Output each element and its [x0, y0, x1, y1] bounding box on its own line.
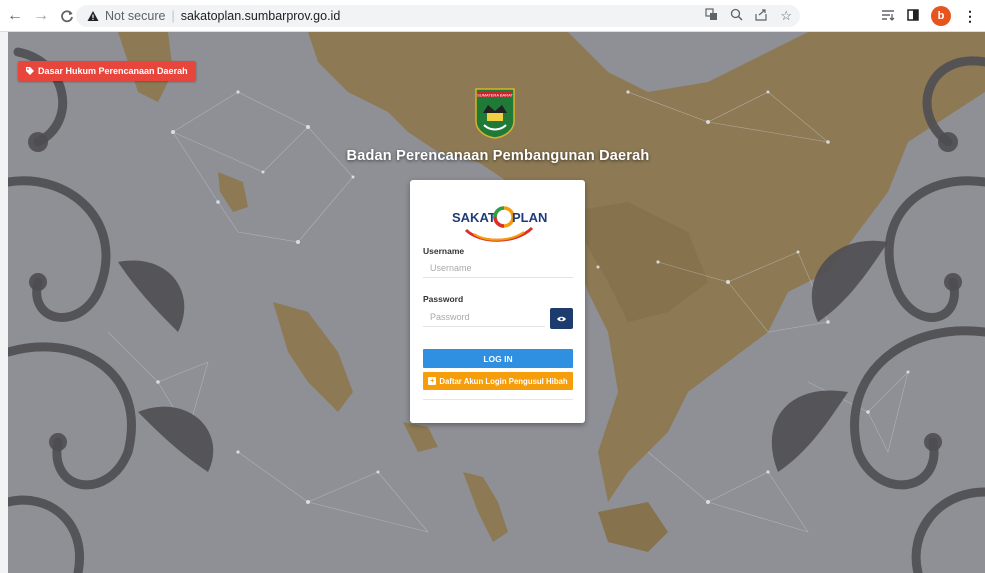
back-icon[interactable]: ← — [4, 5, 26, 27]
west-sumatra-crest-logo: SUMATERA BARAT — [475, 88, 515, 139]
security-label[interactable]: Not secure — [105, 9, 165, 23]
address-bar[interactable]: Not secure | sakatoplan.sumbarprov.go.id… — [76, 5, 800, 27]
eye-icon — [557, 316, 566, 321]
forward-icon[interactable]: → — [30, 5, 52, 27]
username-label: Username — [423, 246, 465, 256]
menu-icon[interactable]: ⋮ — [963, 8, 977, 25]
register-hibah-label: Daftar Akun Login Pengusul Hibah — [439, 376, 568, 386]
side-panel-icon[interactable] — [907, 8, 919, 24]
browser-toolbar: ← → Not secure | sakatoplan.sumbarprov.g… — [0, 0, 985, 32]
logo-text-right: PLAN — [512, 210, 547, 225]
card-divider — [423, 399, 573, 400]
show-password-button[interactable] — [550, 308, 573, 329]
translate-icon[interactable] — [705, 8, 718, 24]
logo-text-left: SAKAT — [452, 210, 496, 225]
share-icon[interactable] — [755, 8, 768, 24]
zoom-icon[interactable] — [730, 8, 743, 24]
legal-basis-label: Dasar Hukum Perencanaan Daerah — [38, 66, 188, 76]
password-label: Password — [423, 294, 464, 304]
login-card: SAKAT PLAN Username Password LOG IN + Da… — [410, 180, 585, 423]
url-text[interactable]: sakatoplan.sumbarprov.go.id — [181, 9, 341, 23]
profile-avatar[interactable]: b — [931, 6, 951, 26]
page-viewport: Dasar Hukum Perencanaan Daerah SUMATERA … — [8, 32, 985, 573]
page-title: Badan Perencanaan Pembangunan Daerah — [346, 148, 650, 164]
omnibox-separator: | — [171, 9, 175, 23]
bookmark-star-icon[interactable]: ☆ — [780, 8, 792, 24]
login-button[interactable]: LOG IN — [423, 349, 573, 368]
reload-icon[interactable] — [56, 5, 78, 27]
tag-icon — [26, 67, 34, 75]
register-icon: + — [428, 377, 437, 385]
warning-icon[interactable] — [86, 9, 100, 23]
password-input[interactable] — [423, 307, 545, 327]
tab-search-icon[interactable] — [881, 8, 895, 24]
username-input[interactable] — [423, 258, 573, 278]
crest-text: SUMATERA BARAT — [477, 93, 513, 98]
register-hibah-button[interactable]: + Daftar Akun Login Pengusul Hibah — [423, 372, 573, 390]
legal-basis-button[interactable]: Dasar Hukum Perencanaan Daerah — [18, 61, 196, 81]
sakatoplan-logo: SAKAT PLAN — [452, 206, 547, 242]
